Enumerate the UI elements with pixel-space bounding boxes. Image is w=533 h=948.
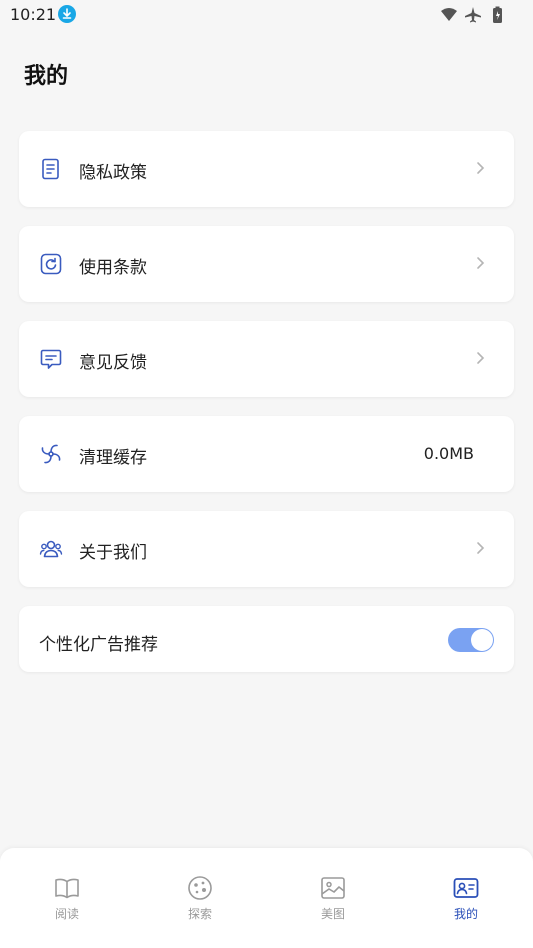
fan-icon — [41, 444, 61, 464]
clear-cache-item[interactable]: 清理缓存 0.0MB — [19, 416, 514, 492]
explore-icon — [188, 876, 212, 900]
airplane-icon — [465, 7, 481, 23]
chevron-right-icon — [477, 257, 485, 269]
tab-mine-label: 我的 — [453, 907, 478, 921]
personalized-ads-item: 个性化广告推荐 — [19, 606, 514, 672]
tab-explore[interactable]: 探索 — [160, 874, 240, 924]
chat-bubble-icon — [40, 349, 62, 369]
bottom-tab-bar: 阅读 探索 美图 我的 — [0, 848, 533, 948]
status-icons — [441, 6, 502, 23]
clear-cache-label: 清理缓存 — [79, 448, 147, 468]
profile-card-icon — [453, 878, 479, 898]
chevron-right-icon — [477, 162, 485, 174]
terms-of-use-label: 使用条款 — [79, 258, 147, 278]
status-time: 10:21 — [10, 5, 57, 24]
tab-read-label: 阅读 — [54, 907, 79, 921]
tab-pictures[interactable]: 美图 — [293, 874, 373, 924]
terms-of-use-item[interactable]: 使用条款 — [19, 226, 514, 302]
wifi-icon — [441, 8, 457, 21]
chevron-right-icon — [477, 542, 485, 554]
about-us-label: 关于我们 — [79, 543, 147, 563]
refresh-icon — [40, 253, 62, 275]
tab-explore-label: 探索 — [187, 907, 212, 921]
group-icon — [39, 540, 63, 558]
tab-read[interactable]: 阅读 — [27, 874, 107, 924]
privacy-policy-item[interactable]: 隐私政策 — [19, 131, 514, 207]
tab-mine[interactable]: 我的 — [426, 874, 506, 924]
personalized-ads-label: 个性化广告推荐 — [39, 635, 158, 655]
feedback-label: 意见反馈 — [79, 353, 147, 373]
image-icon — [321, 877, 345, 899]
about-us-item[interactable]: 关于我们 — [19, 511, 514, 587]
chevron-right-icon — [477, 352, 485, 364]
tab-pictures-label: 美图 — [320, 907, 345, 921]
document-icon — [42, 158, 59, 180]
page-title: 我的 — [24, 64, 69, 89]
personalized-ads-toggle[interactable] — [448, 628, 494, 652]
book-icon — [55, 878, 79, 899]
cache-size-value: 0.0MB — [423, 444, 474, 463]
status-bar: 10:21 — [0, 0, 533, 30]
feedback-item[interactable]: 意见反馈 — [19, 321, 514, 397]
download-icon — [58, 5, 76, 23]
privacy-policy-label: 隐私政策 — [79, 163, 147, 183]
toggle-knob — [471, 629, 493, 651]
